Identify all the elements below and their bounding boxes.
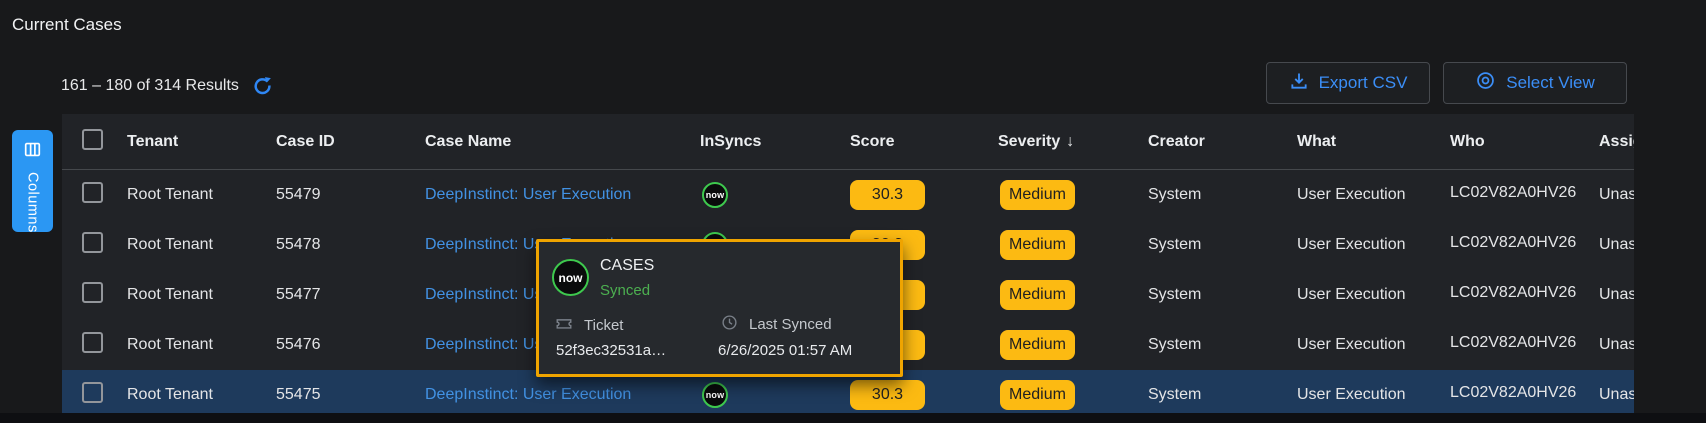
cell-who: LC02V82A0HV26 xyxy=(1450,384,1599,407)
cell-case-id: 55477 xyxy=(276,286,425,304)
row-checkbox[interactable] xyxy=(82,282,103,303)
cell-creator: System xyxy=(1148,336,1297,354)
cell-tenant: Root Tenant xyxy=(127,286,276,304)
eye-icon xyxy=(1475,70,1496,96)
row-checkbox[interactable] xyxy=(82,232,103,253)
cell-case-id: 55478 xyxy=(276,236,425,254)
download-icon xyxy=(1289,71,1309,96)
cell-tenant: Root Tenant xyxy=(127,236,276,254)
cell-assignee: Unassigned xyxy=(1599,286,1634,304)
cell-creator: System xyxy=(1148,186,1297,204)
refresh-icon[interactable] xyxy=(253,76,272,95)
cell-assignee: Unassigned xyxy=(1599,186,1634,204)
results-count: 161 – 180 of 314 Results xyxy=(61,77,239,95)
col-header-assignee[interactable]: Assignee xyxy=(1599,133,1634,151)
col-header-what[interactable]: What xyxy=(1297,133,1450,151)
cell-what: User Execution xyxy=(1297,386,1450,404)
col-header-score[interactable]: Score xyxy=(850,133,998,151)
servicenow-insync-icon[interactable]: now xyxy=(702,182,728,208)
severity-badge: Medium xyxy=(1000,280,1075,310)
case-name-link[interactable]: DeepInstinct: User Execution xyxy=(425,386,700,404)
cell-tenant: Root Tenant xyxy=(127,336,276,354)
severity-badge: Medium xyxy=(1000,180,1075,210)
severity-badge: Medium xyxy=(1000,380,1075,410)
table-header-row: Tenant Case ID Case Name InSyncs Score S… xyxy=(62,114,1634,170)
case-name-link[interactable]: DeepInstinct: User Execution xyxy=(425,186,700,204)
table-row[interactable]: Root Tenant55479DeepInstinct: User Execu… xyxy=(62,170,1634,220)
cell-case-id: 55475 xyxy=(276,386,425,404)
cell-case-id: 55476 xyxy=(276,336,425,354)
select-view-button[interactable]: Select View xyxy=(1443,62,1627,104)
score-badge: 30.3 xyxy=(850,180,925,210)
cell-assignee: Unassigned xyxy=(1599,336,1634,354)
cell-case-id: 55479 xyxy=(276,186,425,204)
ticket-icon xyxy=(555,314,573,336)
cell-what: User Execution xyxy=(1297,336,1450,354)
row-checkbox[interactable] xyxy=(82,382,103,403)
clock-icon xyxy=(721,314,738,335)
cell-assignee: Unassigned xyxy=(1599,236,1634,254)
cell-tenant: Root Tenant xyxy=(127,386,276,404)
ticket-label: Ticket xyxy=(555,314,623,336)
cell-creator: System xyxy=(1148,236,1297,254)
columns-tab-button[interactable]: Columns xyxy=(12,130,53,232)
page-title: Current Cases xyxy=(12,15,122,35)
export-csv-label: Export CSV xyxy=(1319,73,1408,93)
cell-tenant: Root Tenant xyxy=(127,186,276,204)
cell-what: User Execution xyxy=(1297,236,1450,254)
cell-who: LC02V82A0HV26 xyxy=(1450,234,1599,257)
insync-tooltip: now CASES Synced Ticket Last Synced 52f3… xyxy=(536,239,903,377)
cell-creator: System xyxy=(1148,386,1297,404)
col-header-case-id[interactable]: Case ID xyxy=(276,133,425,151)
cell-who: LC02V82A0HV26 xyxy=(1450,334,1599,357)
col-header-tenant[interactable]: Tenant xyxy=(127,133,276,151)
last-synced-label: Last Synced xyxy=(721,314,832,335)
col-header-creator[interactable]: Creator xyxy=(1148,133,1297,151)
columns-grid-icon xyxy=(24,141,41,163)
col-header-severity[interactable]: Severity↓ xyxy=(998,133,1148,151)
cell-creator: System xyxy=(1148,286,1297,304)
servicenow-insync-icon[interactable]: now xyxy=(702,382,728,408)
columns-tab-label: Columns xyxy=(25,172,41,233)
score-badge: 30.3 xyxy=(850,380,925,410)
cell-who: LC02V82A0HV26 xyxy=(1450,284,1599,307)
row-checkbox[interactable] xyxy=(82,332,103,353)
tooltip-sync-status: Synced xyxy=(600,282,650,299)
cell-assignee: Unassigned xyxy=(1599,386,1634,404)
select-view-label: Select View xyxy=(1506,73,1595,93)
col-header-who[interactable]: Who xyxy=(1450,133,1599,151)
results-bar: 161 – 180 of 314 Results xyxy=(61,76,272,95)
cell-what: User Execution xyxy=(1297,186,1450,204)
last-synced-value: 6/26/2025 01:57 AM xyxy=(718,342,852,359)
severity-badge: Medium xyxy=(1000,230,1075,260)
export-csv-button[interactable]: Export CSV xyxy=(1266,62,1430,104)
cell-who: LC02V82A0HV26 xyxy=(1450,184,1599,207)
col-header-insyncs[interactable]: InSyncs xyxy=(700,133,850,151)
servicenow-logo-icon: now xyxy=(552,259,589,296)
select-all-checkbox[interactable] xyxy=(82,129,103,150)
sort-descending-icon: ↓ xyxy=(1066,133,1074,150)
tooltip-title: CASES xyxy=(600,257,654,275)
ticket-value: 52f3ec32531a… xyxy=(556,342,666,359)
severity-badge: Medium xyxy=(1000,330,1075,360)
bottom-strip xyxy=(0,413,1706,423)
col-header-case-name[interactable]: Case Name xyxy=(425,133,700,151)
cell-what: User Execution xyxy=(1297,286,1450,304)
row-checkbox[interactable] xyxy=(82,182,103,203)
